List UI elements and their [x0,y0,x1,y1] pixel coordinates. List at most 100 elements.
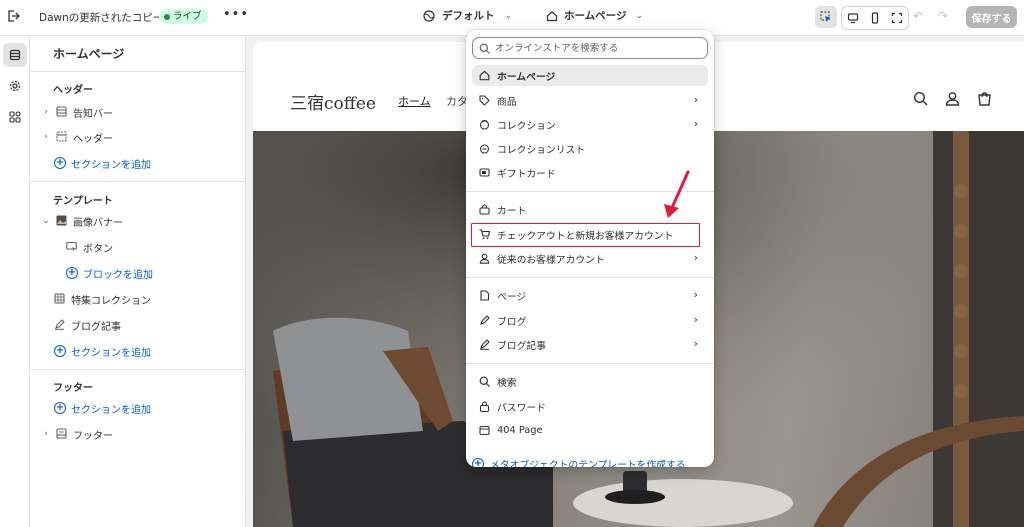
add-section-button[interactable]: + セクションを追加 [54,154,151,172]
gift-card-icon [479,167,490,178]
template-label: 商品 [497,96,517,108]
section-label: 特集コレクション [71,295,151,307]
section-label: 画像バナー [73,217,123,229]
plus-circle-icon: + [54,345,66,357]
template-item-blogs[interactable]: ブログ › [472,310,708,331]
template-label: 従来のお客様アカウント [497,254,605,266]
blog-post-icon [479,339,490,350]
page-selector[interactable]: ホームページ ⌄ [546,8,643,23]
create-template-label: メタオブジェクトのテンプレートを作成する [490,460,686,467]
template-label: ページ [497,291,527,303]
template-item-home[interactable]: ホームページ [472,65,708,86]
page-icon [479,425,490,436]
live-badge: ライブ [159,9,208,24]
add-section-button[interactable]: + セクションを追加 [54,399,151,417]
tag-icon [479,95,490,106]
template-item-blog-posts[interactable]: ブログ記事 › [472,334,708,355]
template-item-classic-accounts[interactable]: 従来のお客様アカウント › [472,248,708,269]
sidebar-title: ホームページ [53,47,125,61]
collection-list-icon [479,143,490,154]
template-dropdown: ホームページ 商品 › コレクション › コレクションリスト ギフトカード カー… [466,30,714,467]
section-featured-collection[interactable]: 特集コレクション [54,290,151,308]
chevron-right-icon: › [693,93,698,106]
store-logo[interactable]: 三宿coffee [290,89,376,114]
add-section-label: セクションを追加 [71,404,151,416]
template-item-collections[interactable]: コレクション › [472,114,708,135]
search-icon[interactable] [913,91,928,109]
fullscreen-icon[interactable] [886,7,908,29]
search-icon [479,376,490,387]
search-field[interactable] [472,37,708,59]
template-item-pages[interactable]: ページ › [472,285,708,306]
template-item-collection-list[interactable]: コレクションリスト [472,138,708,159]
collection-grid-icon [54,293,66,305]
page-icon [479,290,490,301]
account-icon[interactable] [945,91,960,109]
block-button[interactable]: ボタン [66,238,113,256]
desktop-icon[interactable] [842,7,864,29]
plus-circle-icon: + [66,267,78,279]
template-label: ホームページ [497,71,556,83]
exit-icon[interactable] [6,9,22,25]
mobile-icon[interactable] [864,7,886,29]
undo-icon[interactable]: ↶ [913,9,923,23]
cart-icon[interactable] [977,91,992,109]
person-icon [479,253,490,264]
sections-icon[interactable] [3,43,27,67]
template-item-password[interactable]: パスワード [472,396,708,417]
view-tools [815,6,909,30]
home-icon [546,10,558,21]
more-actions-button[interactable]: ••• [223,7,249,22]
lock-icon [479,401,490,412]
search-icon [479,43,490,54]
header-group-heading: ヘッダー [53,85,93,96]
chevron-right-icon[interactable]: › [41,107,51,117]
section-header[interactable]: › ヘッダー [41,128,113,146]
redo-icon[interactable]: ↷ [938,9,948,23]
chevron-right-icon[interactable]: › [41,429,51,439]
divider [466,277,714,278]
collection-icon [479,119,490,130]
section-label: ブログ記事 [71,321,121,333]
save-button[interactable]: 保存する [966,6,1017,28]
chevron-right-icon: › [693,288,698,301]
create-metaobject-template-link[interactable]: + メタオブジェクトのテンプレートを作成する [472,457,686,467]
plus-circle-icon: + [54,157,66,169]
template-label: ブログ記事 [497,340,546,352]
template-label: コレクションリスト [497,144,586,156]
home-icon [479,70,490,81]
template-label: ブログ [497,316,527,328]
nav-link-home[interactable]: ホーム [398,93,431,109]
chevron-right-icon: › [693,313,698,326]
template-label: コレクション [497,120,556,132]
section-image-banner[interactable]: ⌄ 画像バナー [41,212,123,230]
chevron-right-icon[interactable]: › [41,132,51,142]
store-header-icons [913,91,992,109]
apps-icon[interactable] [3,105,27,129]
header-layout-icon [56,131,68,143]
chevron-down-icon: ⌄ [504,10,513,21]
template-item-search[interactable]: 検索 [472,371,708,392]
search-input[interactable] [495,42,695,54]
chevron-right-icon: › [693,337,698,350]
annotation-arrow-icon [664,170,690,218]
blog-icon [479,315,490,326]
gear-icon[interactable] [3,74,27,98]
inspector-icon[interactable] [815,6,837,28]
section-blog-posts[interactable]: ブログ記事 [54,316,121,334]
template-item-404[interactable]: 404 Page [472,420,708,441]
template-item-products[interactable]: 商品 › [472,90,708,111]
device-toggle [841,6,909,30]
section-footer[interactable]: › フッター [41,425,113,443]
nav-link-catalog[interactable]: カタ [446,93,468,109]
add-section-button[interactable]: + セクションを追加 [54,342,151,360]
section-announcement-bar[interactable]: › 告知バー [41,103,113,121]
section-label: 告知バー [73,108,113,120]
preset-selector[interactable]: デフォルト ⌄ [423,8,512,23]
add-block-button[interactable]: + ブロックを追加 [66,264,153,282]
template-group-heading: テンプレート [53,196,113,207]
chevron-down-icon[interactable]: ⌄ [41,216,51,226]
block-label: ボタン [83,243,113,255]
template-label: パスワード [497,402,546,414]
page-label: ホームページ [564,10,627,22]
